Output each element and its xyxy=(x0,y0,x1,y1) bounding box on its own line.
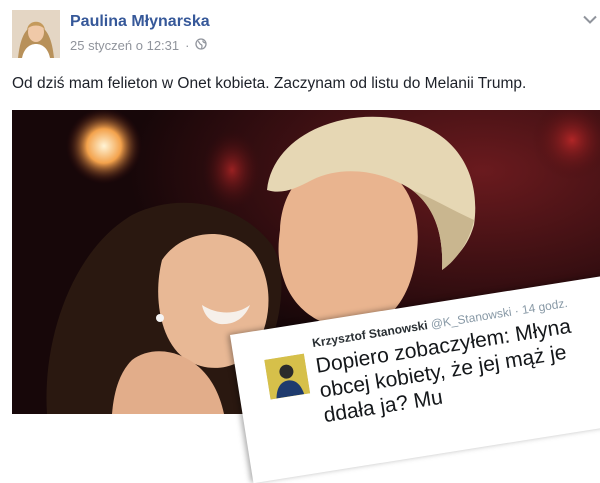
post-timestamp[interactable]: 25 styczeń o 12:31 xyxy=(70,38,179,53)
post-meta: 25 styczeń o 12:31 · xyxy=(70,38,208,53)
chevron-down-icon[interactable] xyxy=(583,12,597,24)
tweet-separator: · xyxy=(513,303,520,319)
author-name[interactable]: Paulina Młynarska xyxy=(70,13,210,31)
globe-icon[interactable] xyxy=(195,38,208,53)
post-text: Od dziś mam felieton w Onet kobieta. Zac… xyxy=(12,75,527,92)
tweet-avatar[interactable] xyxy=(264,353,311,400)
author-avatar[interactable] xyxy=(12,10,60,58)
meta-separator: · xyxy=(185,38,190,53)
